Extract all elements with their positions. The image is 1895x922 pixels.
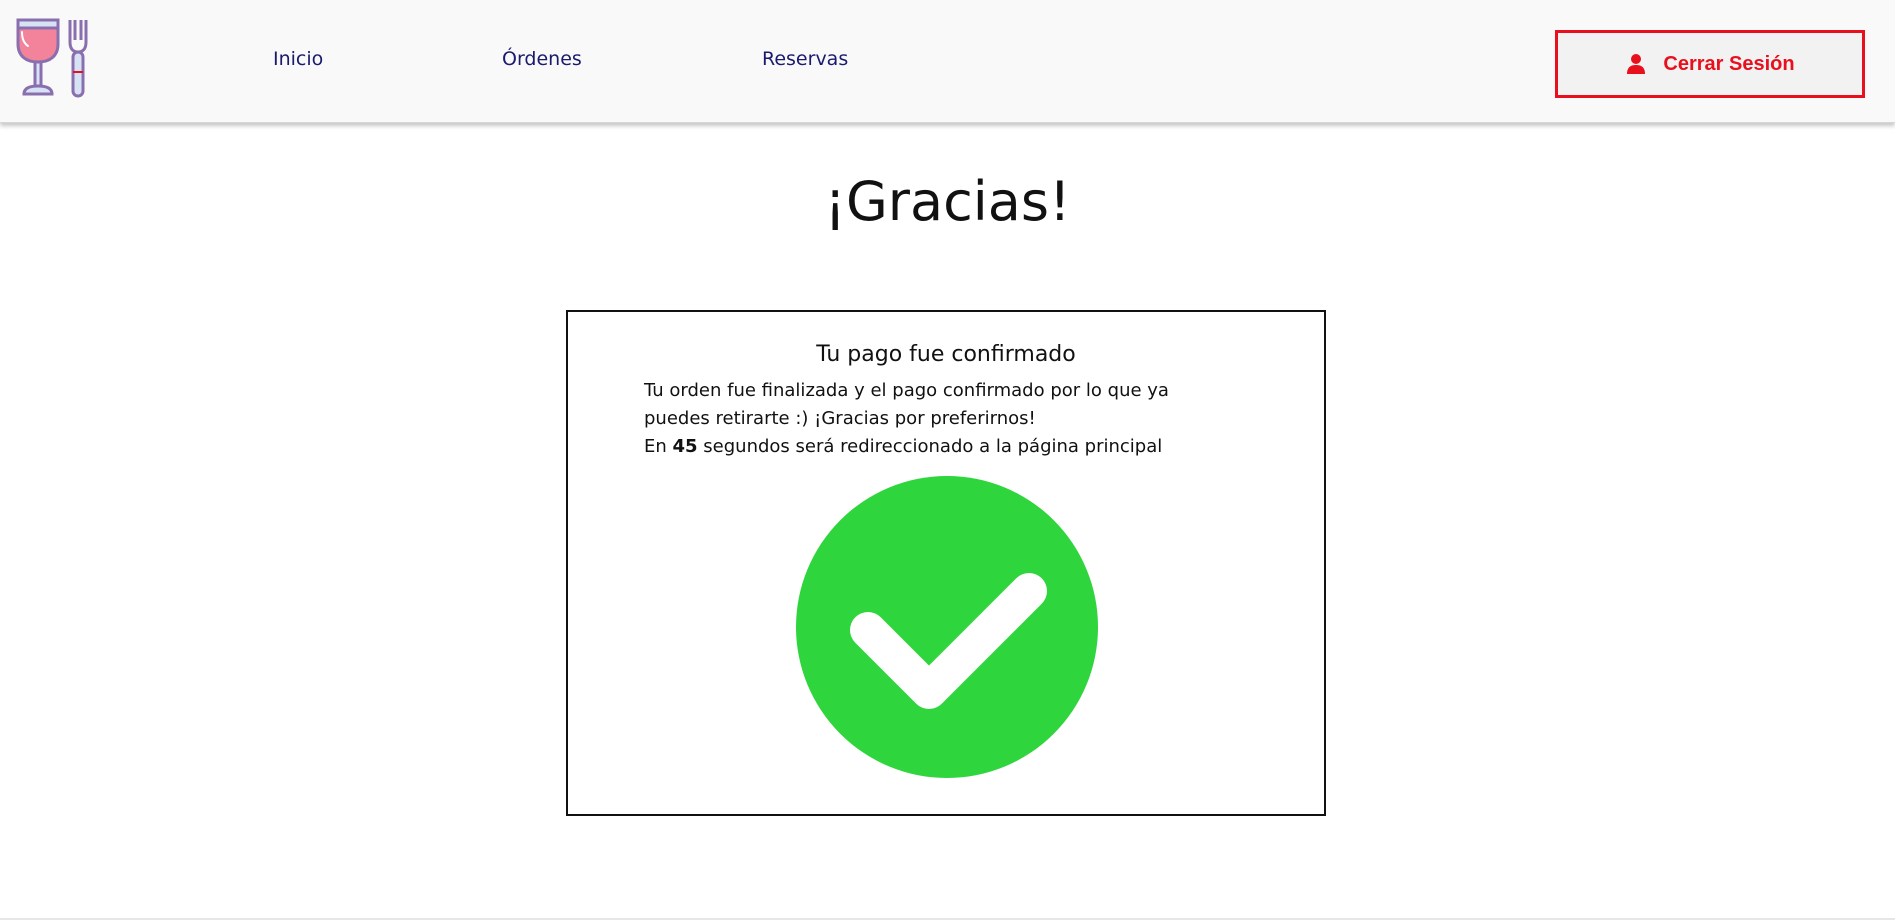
nav-link-ordenes[interactable]: Órdenes [502,48,582,70]
confirmation-message: Tu orden fue finalizada y el pago confir… [644,380,1169,429]
top-navbar: Inicio Órdenes Reservas Cerrar Sesión [0,0,1895,123]
countdown-prefix: En [644,436,673,457]
page-title: ¡Gracias! [824,170,1071,233]
footer-divider [0,918,1895,920]
card-message: Tu orden fue finalizada y el pago confir… [644,377,1214,461]
card-title: Tu pago fue confirmado [816,342,1076,367]
user-icon [1627,54,1646,74]
countdown-seconds: 45 [672,436,698,457]
nav-link-inicio[interactable]: Inicio [273,48,323,70]
payment-confirmation-card: Tu pago fue confirmado Tu orden fue fina… [566,310,1326,816]
countdown-suffix: segundos será redireccionado a la página… [697,436,1163,457]
logout-button[interactable]: Cerrar Sesión [1555,30,1865,98]
redirect-countdown: En 45 segundos será redireccionado a la … [644,433,1214,461]
wine-glass-and-fork-icon[interactable] [14,16,98,100]
check-circle-icon [796,476,1098,778]
nav-link-reservas[interactable]: Reservas [762,48,848,70]
logout-button-label: Cerrar Sesión [1663,52,1795,75]
